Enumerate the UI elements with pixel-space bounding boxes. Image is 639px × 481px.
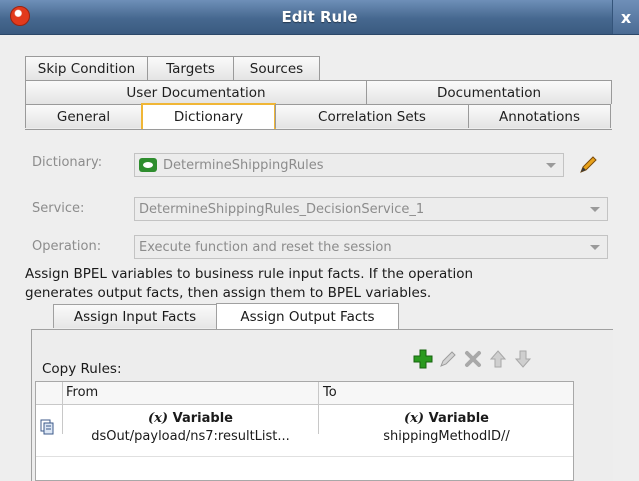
operation-value: Execute function and reset the session <box>139 239 392 255</box>
to-type: (x) Variable <box>319 411 574 426</box>
from-type-label: Variable <box>172 411 233 426</box>
dialog-content: Skip Condition Targets Sources User Docu… <box>25 34 639 481</box>
tab-correlation-sets[interactable]: Correlation Sets <box>275 104 469 128</box>
tab-assign-output-facts[interactable]: Assign Output Facts <box>216 303 399 329</box>
column-divider <box>62 382 63 434</box>
to-type-label: Variable <box>428 411 489 426</box>
operation-label: Operation: <box>32 239 102 254</box>
tab-row-1: Skip Condition Targets Sources <box>25 56 320 80</box>
edit-icon[interactable] <box>437 348 459 370</box>
operation-select[interactable]: Execute function and reset the session <box>134 235 608 259</box>
table-header: From To <box>36 382 573 405</box>
close-button[interactable]: x <box>612 0 639 34</box>
service-label: Service: <box>32 201 85 216</box>
column-divider <box>318 382 319 434</box>
dictionary-select[interactable]: DetermineShippingRules <box>134 153 564 177</box>
edit-dictionary-icon[interactable] <box>576 153 600 177</box>
tab-assign-input-facts[interactable]: Assign Input Facts <box>53 304 217 328</box>
move-up-icon[interactable] <box>487 348 509 370</box>
description-line-2: generates output facts, then assign them… <box>25 285 432 301</box>
window-title: Edit Rule <box>281 8 358 26</box>
chevron-down-icon <box>590 245 600 250</box>
tab-documentation[interactable]: Documentation <box>366 80 612 104</box>
delete-icon[interactable] <box>462 348 484 370</box>
from-value: dsOut/payload/ns7:resultList... <box>91 429 290 444</box>
tab-skip-condition[interactable]: Skip Condition <box>25 56 148 80</box>
copy-rules-table: From To (x) Variable dsOut/payload/ns7:r… <box>35 381 574 481</box>
copy-rule-icon <box>40 419 54 435</box>
tab-row-3: General Dictionary Correlation Sets Anno… <box>25 103 612 129</box>
dictionary-label: Dictionary: <box>32 155 103 170</box>
dictionary-value: DetermineShippingRules <box>163 157 324 173</box>
column-header-to[interactable]: To <box>323 385 337 400</box>
column-header-from[interactable]: From <box>66 385 98 400</box>
tab-targets[interactable]: Targets <box>147 56 234 80</box>
copy-rules-label: Copy Rules: <box>42 361 122 377</box>
tab-annotations[interactable]: Annotations <box>468 104 611 128</box>
variable-icon: (x) <box>404 411 425 426</box>
tab-user-documentation[interactable]: User Documentation <box>25 80 367 104</box>
service-value: DetermineShippingRules_DecisionService_1 <box>139 201 425 217</box>
to-value: shippingMethodID// <box>383 429 510 444</box>
row-divider <box>36 456 573 457</box>
chevron-down-icon <box>546 163 556 168</box>
copy-rules-toolbar <box>412 348 537 370</box>
service-select[interactable]: DetermineShippingRules_DecisionService_1 <box>134 197 608 221</box>
from-type: (x) Variable <box>63 411 318 426</box>
title-bar: Edit Rule x <box>0 0 639 35</box>
variable-icon: (x) <box>148 411 169 426</box>
add-icon[interactable] <box>412 348 434 370</box>
tab-row-2: User Documentation Documentation <box>25 80 612 104</box>
tab-general[interactable]: General <box>25 104 142 128</box>
chevron-down-icon <box>590 207 600 212</box>
assign-output-facts-panel: Copy Rules: From To (x) Variable dsOut/p… <box>31 329 613 481</box>
description-line-1: Assign BPEL variables to business rule i… <box>25 266 474 282</box>
tab-dictionary[interactable]: Dictionary <box>141 103 276 129</box>
dictionary-icon <box>139 158 157 172</box>
move-down-icon[interactable] <box>512 348 534 370</box>
tab-sources[interactable]: Sources <box>233 56 320 80</box>
